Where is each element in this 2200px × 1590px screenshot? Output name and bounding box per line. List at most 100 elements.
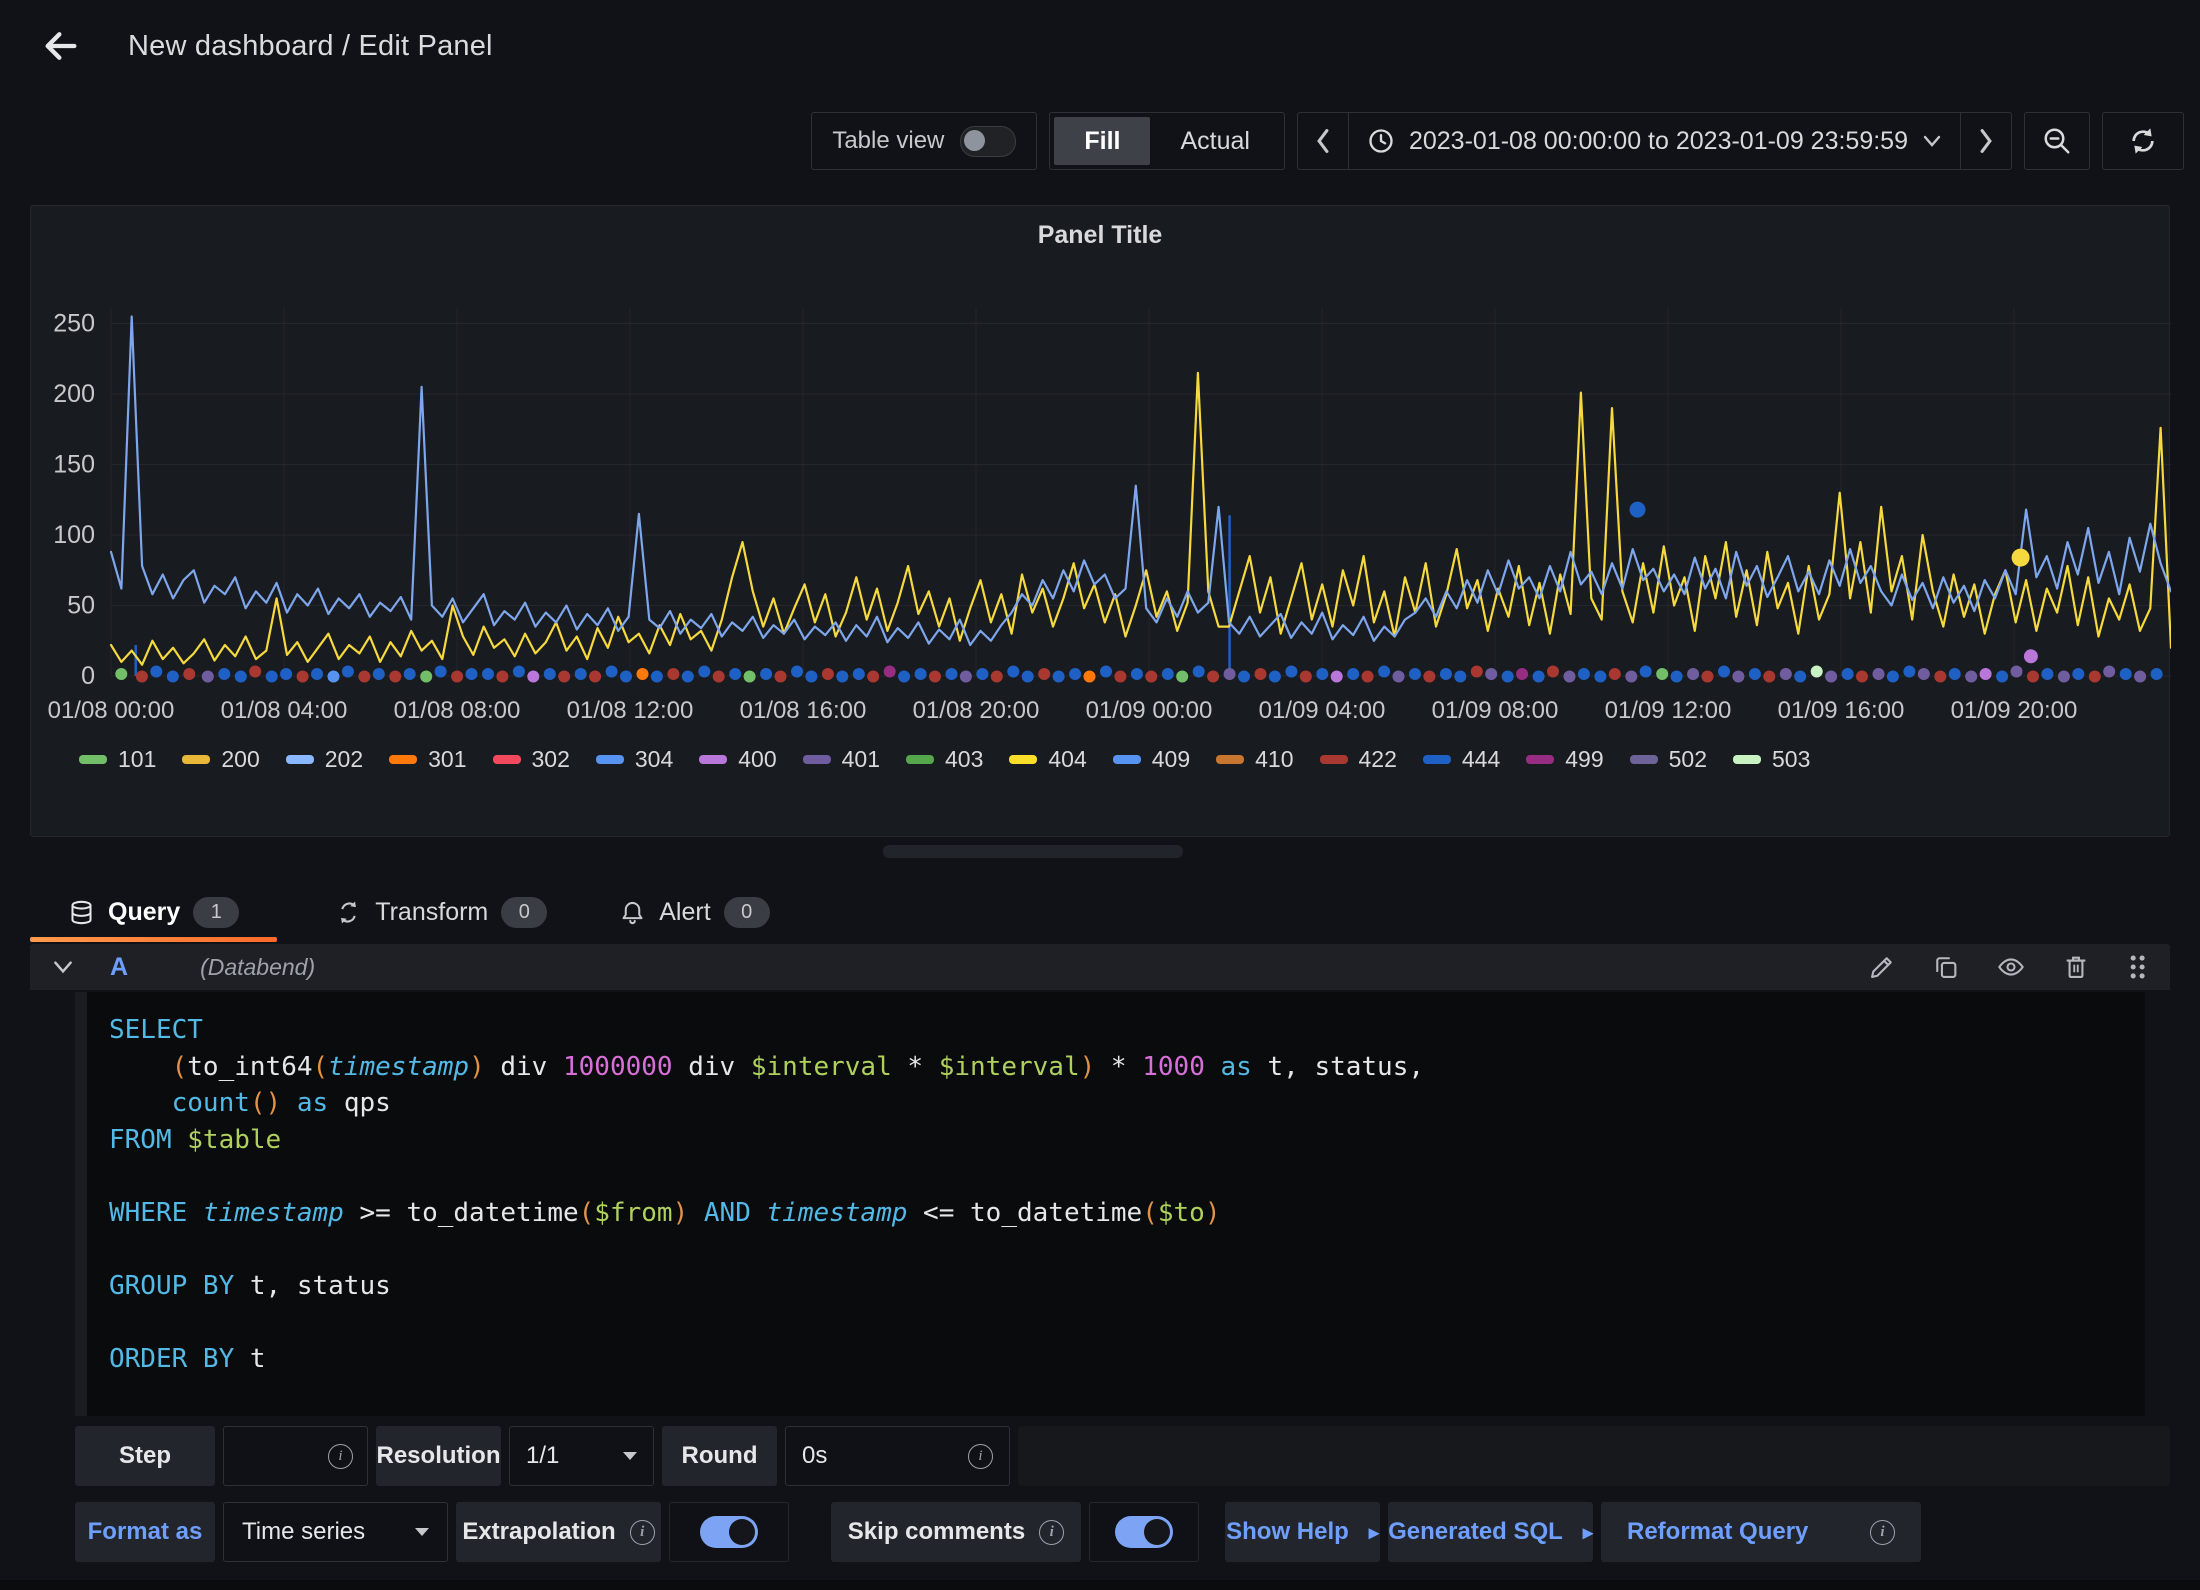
round-label: Round <box>662 1426 777 1486</box>
drag-query-handle[interactable] <box>2126 953 2148 981</box>
extrapolation-toggle-box <box>669 1502 789 1562</box>
svg-text:200: 200 <box>53 380 95 408</box>
legend-swatch <box>1733 755 1761 764</box>
panel-title: Panel Title <box>31 206 2169 256</box>
tab-transform[interactable]: Transform 0 <box>321 882 561 942</box>
code-line <box>109 1158 2145 1195</box>
reformat-query-button[interactable]: Reformat Query i <box>1601 1502 1921 1562</box>
legend-label: 101 <box>118 746 156 773</box>
time-range-button[interactable]: 2023-01-08 00:00:00 to 2023-01-09 23:59:… <box>1348 113 1961 169</box>
format-select[interactable]: Time series <box>223 1502 448 1562</box>
legend-swatch <box>1113 755 1141 764</box>
legend-item[interactable]: 101 <box>79 746 156 773</box>
step-input[interactable]: i <box>223 1426 368 1486</box>
collapse-chevron-icon[interactable] <box>52 959 74 975</box>
svg-text:01/09 12:00: 01/09 12:00 <box>1605 697 1732 724</box>
legend-item[interactable]: 499 <box>1526 746 1603 773</box>
tab-query[interactable]: Query 1 <box>30 882 277 942</box>
transform-icon <box>335 899 362 926</box>
resolution-select[interactable]: 1/1 <box>509 1426 654 1486</box>
svg-text:01/09 04:00: 01/09 04:00 <box>1259 697 1386 724</box>
svg-text:01/08 04:00: 01/08 04:00 <box>221 697 348 724</box>
pencil-icon <box>1868 953 1896 981</box>
round-info-icon: i <box>968 1444 993 1469</box>
database-icon <box>68 899 95 926</box>
legend-item[interactable]: 444 <box>1423 746 1500 773</box>
table-view-group: Table view <box>811 112 1037 170</box>
table-view-toggle[interactable] <box>960 126 1016 157</box>
legend-label: 302 <box>532 746 570 773</box>
legend-swatch <box>79 755 107 764</box>
extrapolation-text: Extrapolation <box>462 1518 615 1546</box>
legend-item[interactable]: 409 <box>1113 746 1190 773</box>
query-ref-letter[interactable]: A <box>110 953 128 982</box>
zoom-out-button[interactable] <box>2024 112 2090 170</box>
zoom-out-icon <box>2042 126 2072 156</box>
legend-swatch <box>286 755 314 764</box>
tab-alert[interactable]: Alert 0 <box>605 882 783 942</box>
legend-swatch <box>1320 755 1348 764</box>
toggle-visibility-button[interactable] <box>1996 953 2026 981</box>
skip-comments-label: Skip comments i <box>831 1502 1081 1562</box>
legend-item[interactable]: 404 <box>1009 746 1086 773</box>
query-actions <box>1868 953 2148 981</box>
legend-swatch <box>906 755 934 764</box>
time-shift-forward-button[interactable] <box>1961 113 2011 169</box>
editor-tabs: Query 1 Transform 0 Alert 0 <box>30 882 2170 942</box>
tab-transform-badge: 0 <box>501 897 547 928</box>
legend-label: 400 <box>738 746 776 773</box>
tab-query-label: Query <box>108 898 180 927</box>
back-button[interactable] <box>38 23 84 69</box>
step-label: Step <box>75 1426 215 1486</box>
round-input[interactable]: 0s i <box>785 1426 1010 1486</box>
delete-query-button[interactable] <box>2062 953 2090 981</box>
time-shift-back-button[interactable] <box>1298 113 1348 169</box>
legend-item[interactable]: 302 <box>493 746 570 773</box>
legend-item[interactable]: 403 <box>906 746 983 773</box>
legend-item[interactable]: 422 <box>1320 746 1397 773</box>
legend-item[interactable]: 202 <box>286 746 363 773</box>
legend-swatch <box>1423 755 1451 764</box>
duplicate-query-button[interactable] <box>1932 953 1960 981</box>
sql-editor[interactable]: SELECT (to_int64(timestamp) div 1000000 … <box>75 992 2145 1416</box>
extrapolation-toggle[interactable] <box>700 1516 758 1548</box>
svg-text:100: 100 <box>53 521 95 549</box>
copy-icon <box>1932 953 1960 981</box>
legend-item[interactable]: 400 <box>699 746 776 773</box>
timeseries-chart[interactable]: 01/08 00:0001/08 04:0001/08 08:0001/08 1… <box>31 256 2171 746</box>
skip-comments-toggle[interactable] <box>1115 1516 1173 1548</box>
actual-button[interactable]: Actual <box>1150 117 1279 165</box>
query-datasource: (Databend) <box>200 954 315 981</box>
fill-button[interactable]: Fill <box>1054 117 1150 165</box>
refresh-icon <box>2127 125 2159 157</box>
legend-label: 499 <box>1565 746 1603 773</box>
svg-text:01/09 00:00: 01/09 00:00 <box>1086 697 1213 724</box>
time-range-group: 2023-01-08 00:00:00 to 2023-01-09 23:59:… <box>1297 112 2012 170</box>
svg-text:01/08 16:00: 01/08 16:00 <box>740 697 867 724</box>
caret-down-icon <box>623 1452 637 1460</box>
legend-item[interactable]: 301 <box>389 746 466 773</box>
legend-swatch <box>389 755 417 764</box>
legend-label: 304 <box>635 746 673 773</box>
query-options-row: Step i Resolution 1/1 Round 0s i <box>75 1426 2170 1486</box>
legend-item[interactable]: 304 <box>596 746 673 773</box>
query-format-row: Format as Time series Extrapolation i Sk… <box>75 1502 2170 1562</box>
generated-sql-button[interactable]: Generated SQL <box>1388 1502 1593 1562</box>
tab-alert-badge: 0 <box>724 897 770 928</box>
legend-swatch <box>803 755 831 764</box>
legend-item[interactable]: 503 <box>1733 746 1810 773</box>
legend-item[interactable]: 200 <box>182 746 259 773</box>
arrow-left-icon <box>41 26 81 66</box>
code-line: GROUP BY t, status <box>109 1268 2145 1305</box>
legend-item[interactable]: 502 <box>1630 746 1707 773</box>
edit-query-button[interactable] <box>1868 953 1896 981</box>
legend-item[interactable]: 410 <box>1216 746 1293 773</box>
svg-text:01/09 16:00: 01/09 16:00 <box>1778 697 1905 724</box>
show-help-button[interactable]: Show Help <box>1225 1502 1380 1562</box>
panel-resize-handle[interactable] <box>883 845 1183 858</box>
legend-item[interactable]: 401 <box>803 746 880 773</box>
extrapolation-info-icon: i <box>630 1520 655 1545</box>
refresh-button[interactable] <box>2102 112 2184 170</box>
spacer <box>797 1502 823 1562</box>
chart-legend: 101 200 202 301 302 304 400 401 403 404 409 410 422 4… <box>31 746 2169 773</box>
